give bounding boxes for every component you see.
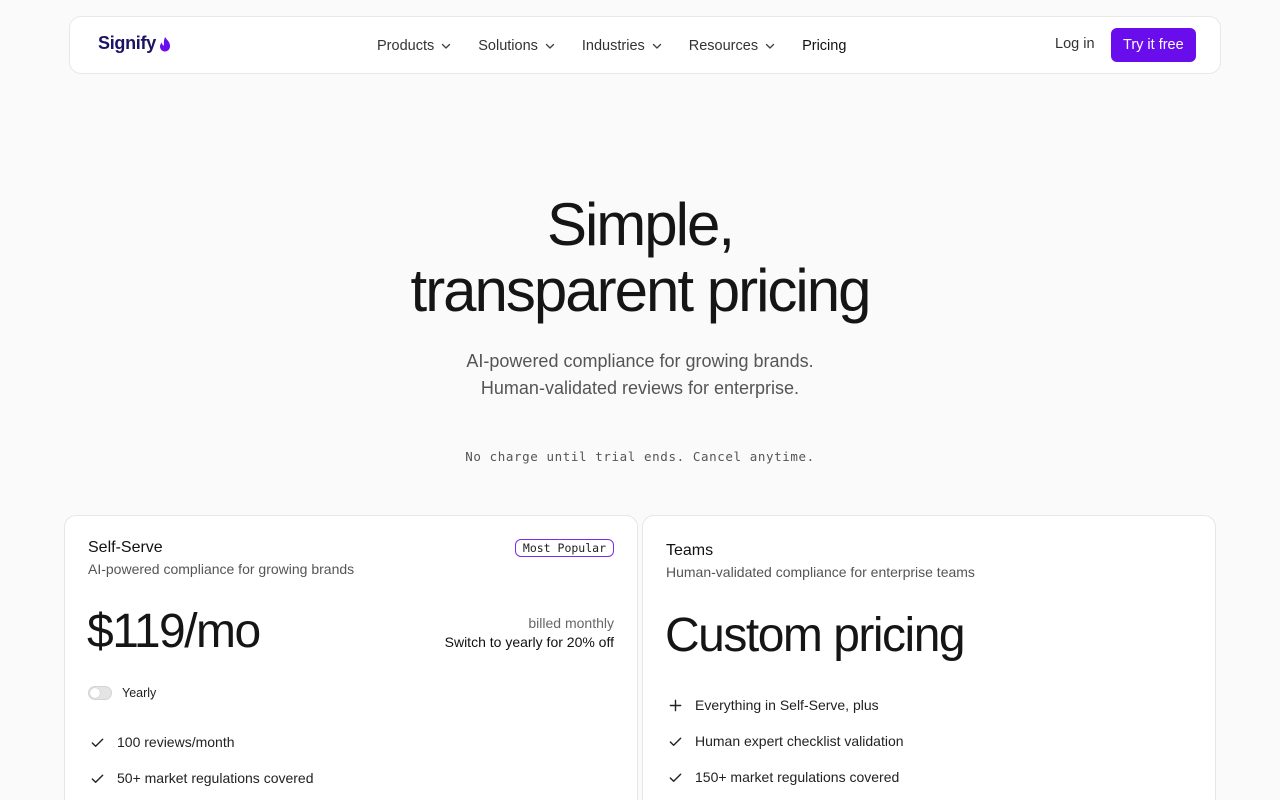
plan-name: Teams [666, 542, 714, 559]
feature-text: 150+ market regulations covered [695, 769, 900, 785]
feature-text: Everything in Self-Serve, plus [695, 697, 879, 713]
chevron-down-icon [652, 43, 661, 49]
page-subtitle: AI-powered compliance for growing brands… [0, 348, 1280, 402]
feature-list: 100 reviews/month 50+ market regulations… [90, 724, 314, 796]
chevron-down-icon [442, 43, 451, 49]
feature-text: Human expert checklist validation [695, 733, 904, 749]
feature-list: Everything in Self-Serve, plus Human exp… [668, 687, 904, 795]
plan-name: Self-Serve [88, 539, 163, 556]
check-icon [669, 737, 682, 746]
title-line-1: Simple, [546, 191, 735, 258]
most-popular-badge: Most Popular [514, 539, 614, 557]
list-item: 150+ market regulations covered [668, 759, 904, 795]
yearly-toggle-row: Yearly [88, 686, 156, 700]
nav-resources-label: Resources [688, 38, 759, 54]
nav-industries[interactable]: Industries [582, 38, 663, 54]
yearly-offer: Switch to yearly for 20% off [444, 634, 614, 650]
check-icon [91, 738, 104, 747]
nav-links: Products Solutions Industries Resources … [377, 17, 846, 75]
chevron-down-icon [765, 43, 775, 49]
subtitle-line-1: AI-powered compliance for growing brands… [466, 351, 814, 371]
try-free-button[interactable]: Try it free [1111, 28, 1196, 62]
billing-note: billed monthly [528, 615, 614, 631]
nav-solutions[interactable]: Solutions [478, 38, 556, 54]
flame-icon [159, 36, 170, 51]
list-item: 100 reviews/month [90, 724, 314, 760]
title-line-2: transparent pricing [410, 257, 872, 324]
list-item: Everything in Self-Serve, plus [668, 687, 904, 723]
plan-price: Custom pricing [665, 609, 966, 662]
list-item: 50+ market regulations covered [90, 760, 314, 796]
yearly-toggle[interactable] [88, 686, 112, 700]
nav-products-label: Products [377, 38, 435, 54]
plan-description: Human-validated compliance for enterpris… [666, 564, 975, 580]
chevron-down-icon [545, 43, 555, 49]
page-title: Simple, transparent pricing [0, 192, 1280, 324]
nav-pricing[interactable]: Pricing [802, 38, 846, 54]
plan-card-teams: Teams Human-validated compliance for ent… [642, 515, 1216, 800]
nav-solutions-label: Solutions [478, 38, 538, 54]
check-icon [91, 774, 104, 783]
login-link[interactable]: Log in [1055, 36, 1095, 52]
brand-name: Signify [98, 33, 156, 53]
plan-card-self-serve: Self-Serve Most Popular AI-powered compl… [64, 515, 638, 800]
nav-products[interactable]: Products [377, 38, 452, 54]
nav-resources[interactable]: Resources [689, 38, 776, 54]
nav-industries-label: Industries [581, 38, 645, 54]
check-icon [669, 773, 682, 782]
feature-text: 100 reviews/month [117, 734, 235, 750]
plan-price: $119/mo [87, 605, 261, 658]
top-navbar: Signify Products Solutions Industries Re… [69, 16, 1221, 74]
subtitle-line-2: Human-validated reviews for enterprise. [480, 378, 800, 398]
plan-description: AI-powered compliance for growing brands [88, 561, 355, 577]
brand-logo[interactable]: Signify [98, 33, 172, 54]
list-item: Human expert checklist validation [668, 723, 904, 759]
plus-icon [669, 699, 682, 711]
trial-note: No charge until trial ends. Cancel anyti… [465, 449, 815, 464]
feature-text: 50+ market regulations covered [117, 770, 314, 786]
billing-info: billed monthly Switch to yearly for 20% … [445, 614, 614, 652]
yearly-toggle-label: Yearly [122, 686, 157, 700]
nav-pricing-label: Pricing [802, 38, 847, 54]
